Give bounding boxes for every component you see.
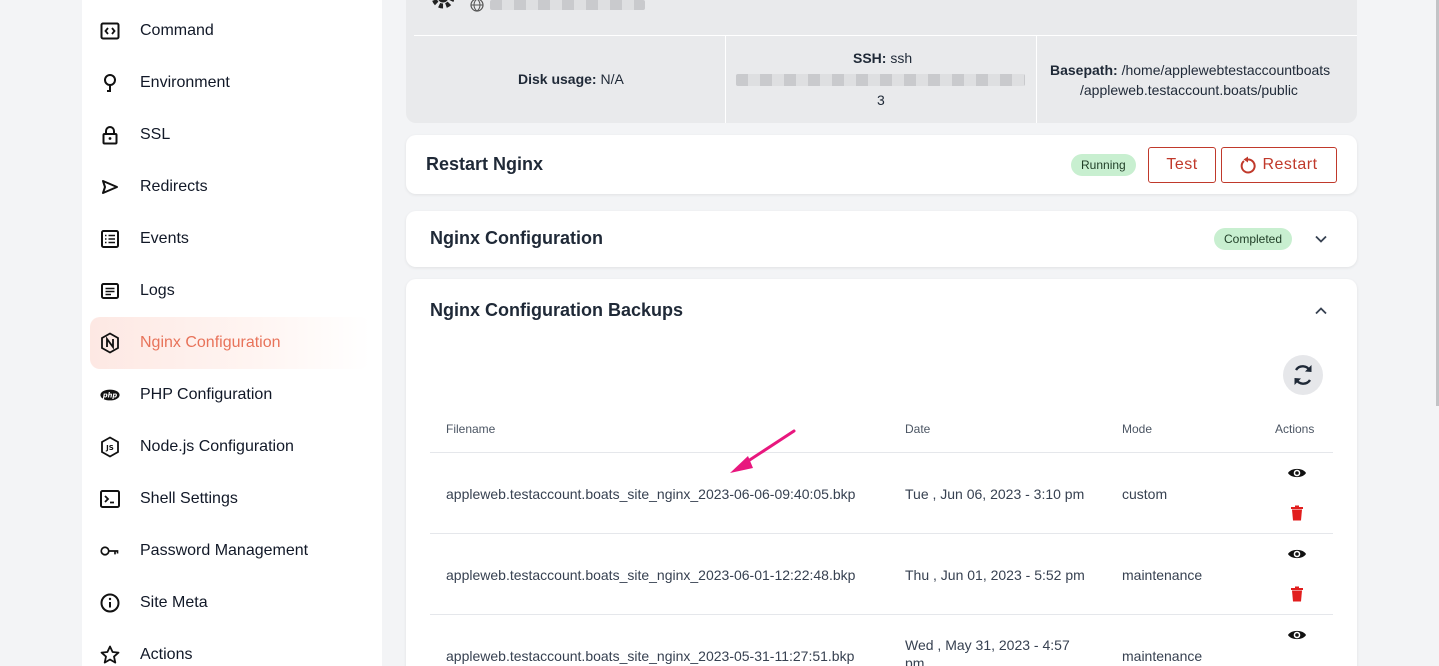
refresh-icon [1291, 362, 1315, 388]
sidebar-item-label: Command [140, 22, 214, 39]
sidebar-item-actions[interactable]: Actions [90, 629, 370, 666]
backup-date-continued: pm [905, 655, 925, 666]
ssh-label: SSH: [853, 50, 887, 66]
list-icon [100, 229, 120, 249]
sidebar-item-site-meta[interactable]: Site Meta [90, 577, 370, 629]
sidebar: Command Environment SSL Redirects Events… [82, 0, 382, 666]
sidebar-item-events[interactable]: Events [90, 213, 370, 265]
nodejs-icon: JS [100, 436, 120, 458]
sidebar-item-php-configuration[interactable]: php PHP Configuration [90, 369, 370, 421]
backup-filename: appleweb.testaccount.boats_site_nginx_20… [446, 486, 856, 502]
column-header-actions: Actions [1275, 422, 1315, 436]
php-icon: php [100, 385, 120, 405]
test-button[interactable]: Test [1148, 147, 1216, 183]
restart-nginx-title: Restart Nginx [426, 154, 544, 174]
basepath-continued: /appleweb.testaccount.boats/public [1080, 82, 1298, 98]
disk-usage-value: N/A [600, 71, 624, 87]
sidebar-item-label: Actions [140, 646, 193, 663]
test-button-label: Test [1166, 156, 1198, 173]
sidebar-item-label: Shell Settings [140, 490, 238, 507]
sidebar-item-label: Logs [140, 282, 175, 299]
basepath-value: /home/applewebtestaccountboats [1121, 62, 1331, 78]
sidebar-item-nodejs-configuration[interactable]: JS Node.js Configuration [90, 421, 370, 473]
restart-button-label: Restart [1262, 156, 1318, 173]
gear-icon [428, 0, 458, 14]
annotation-arrow [730, 429, 796, 473]
basepath-label: Basepath: [1050, 62, 1118, 78]
backup-mode: maintenance [1122, 567, 1203, 583]
backup-date: Tue , Jun 06, 2023 - 3:10 pm [905, 486, 1085, 502]
sidebar-item-command[interactable]: Command [90, 5, 370, 57]
svg-text:JS: JS [105, 444, 114, 452]
eye-icon[interactable] [1287, 463, 1307, 483]
divider [414, 35, 1357, 36]
redacted-ssh-command [736, 74, 1025, 86]
pin-icon [100, 73, 120, 93]
trash-icon[interactable] [1287, 584, 1307, 604]
chevron-down-icon[interactable] [1313, 231, 1329, 247]
nginx-configuration-title: Nginx Configuration [430, 228, 603, 248]
backup-filename: appleweb.testaccount.boats_site_nginx_20… [446, 648, 855, 664]
sidebar-item-label: SSL [140, 126, 171, 143]
disk-usage-label: Disk usage: [518, 71, 597, 87]
ssh-value: ssh [890, 50, 913, 66]
restart-button[interactable]: Restart [1221, 147, 1337, 183]
eye-icon[interactable] [1287, 544, 1307, 564]
sidebar-item-label: Site Meta [140, 594, 208, 611]
sidebar-item-password-management[interactable]: Password Management [90, 525, 370, 577]
backup-date: Thu , Jun 01, 2023 - 5:52 pm [905, 567, 1085, 583]
backup-filename: appleweb.testaccount.boats_site_nginx_20… [446, 567, 856, 583]
column-header-filename: Filename [446, 422, 496, 436]
info-icon [100, 593, 120, 613]
column-header-mode: Mode [1122, 422, 1153, 436]
backup-mode: custom [1122, 486, 1168, 502]
divider [725, 36, 726, 123]
sidebar-item-label: Events [140, 230, 189, 247]
disk-usage: Disk usage: N/A [518, 71, 624, 87]
star-icon [100, 645, 120, 665]
backup-mode: maintenance [1122, 648, 1203, 664]
trash-icon[interactable] [1287, 503, 1307, 523]
column-header-date: Date [905, 422, 931, 436]
chevron-up-icon[interactable] [1313, 303, 1329, 319]
backup-date: Wed , May 31, 2023 - 4:57 [905, 637, 1070, 653]
sidebar-item-redirects[interactable]: Redirects [90, 161, 370, 213]
sidebar-item-shell-settings[interactable]: Shell Settings [90, 473, 370, 525]
redacted-domain [490, 0, 645, 10]
sidebar-item-environment[interactable]: Environment [90, 57, 370, 109]
key-icon [100, 541, 120, 561]
lock-icon [100, 125, 120, 145]
sidebar-item-logs[interactable]: Logs [90, 265, 370, 317]
sidebar-item-nginx-configuration[interactable]: Nginx Configuration [90, 317, 370, 369]
basepath: Basepath: /home/applewebtestaccountboats [1050, 62, 1330, 78]
sidebar-item-label: Nginx Configuration [140, 334, 281, 351]
sidebar-item-label: Node.js Configuration [140, 438, 294, 455]
code-icon [100, 21, 120, 41]
svg-text:php: php [102, 391, 118, 399]
nginx-backups-card [406, 279, 1357, 666]
divider [430, 452, 1333, 453]
divider [430, 614, 1333, 615]
terminal-icon [100, 489, 120, 509]
nginx-icon [100, 332, 120, 354]
running-status-badge: Running [1071, 154, 1136, 176]
sidebar-item-label: Redirects [140, 178, 208, 195]
divider [1036, 36, 1037, 123]
ssh-tail: 3 [877, 92, 885, 108]
restart-icon [1240, 156, 1257, 174]
globe-icon [470, 0, 484, 12]
completed-status-badge: Completed [1214, 228, 1293, 250]
eye-icon[interactable] [1287, 625, 1307, 645]
sidebar-item-label: PHP Configuration [140, 386, 273, 403]
sidebar-item-label: Environment [140, 74, 230, 91]
ssh-info: SSH: ssh [853, 50, 912, 66]
refresh-button[interactable] [1283, 355, 1323, 395]
sidebar-item-label: Password Management [140, 542, 309, 559]
send-icon [100, 177, 120, 197]
nginx-backups-title: Nginx Configuration Backups [430, 300, 684, 320]
log-icon [100, 281, 120, 301]
sidebar-item-ssl[interactable]: SSL [90, 109, 370, 161]
divider [430, 533, 1333, 534]
